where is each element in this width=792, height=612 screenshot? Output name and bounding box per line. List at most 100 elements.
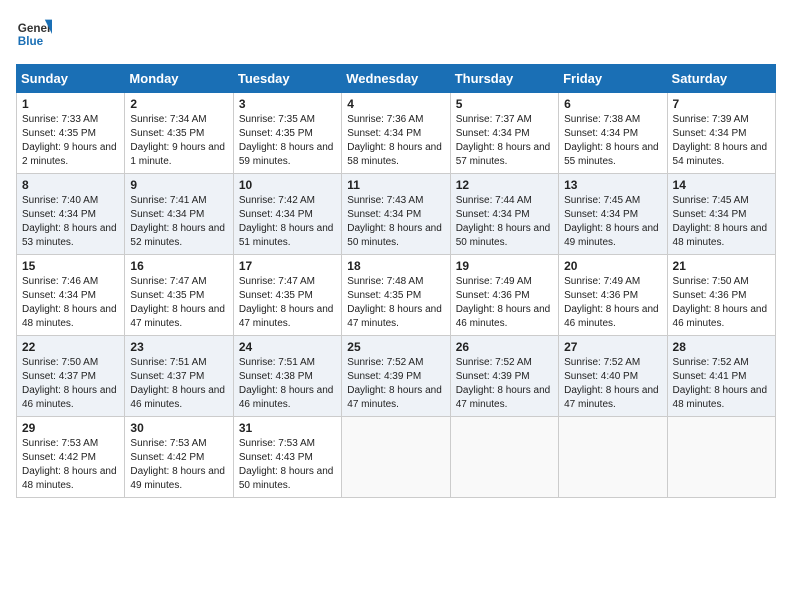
calendar-cell: 13 Sunrise: 7:45 AMSunset: 4:34 PMDayligh… [559, 174, 667, 255]
day-number: 16 [130, 259, 227, 273]
calendar-cell: 12 Sunrise: 7:44 AMSunset: 4:34 PMDayligh… [450, 174, 558, 255]
day-info: Sunrise: 7:43 AMSunset: 4:34 PMDaylight:… [347, 194, 444, 250]
weekday-header-friday: Friday [559, 65, 667, 93]
day-info: Sunrise: 7:47 AMSunset: 4:35 PMDaylight:… [239, 275, 336, 331]
day-info: Sunrise: 7:33 AMSunset: 4:35 PMDaylight:… [22, 113, 119, 169]
day-info: Sunrise: 7:52 AMSunset: 4:40 PMDaylight:… [564, 356, 661, 412]
weekday-header-saturday: Saturday [667, 65, 775, 93]
weekday-header-sunday: Sunday [17, 65, 125, 93]
calendar-cell: 23Sunrise: 7:51 AMSunset: 4:37 PMDayligh… [125, 336, 233, 417]
calendar-cell: 2 Sunrise: 7:34 AMSunset: 4:35 PMDaylight… [125, 93, 233, 174]
calendar-cell: 14 Sunrise: 7:45 AMSunset: 4:34 PMDayligh… [667, 174, 775, 255]
day-number: 4 [347, 97, 444, 111]
day-number: 26 [456, 340, 553, 354]
week-row-4: 22Sunrise: 7:50 AMSunset: 4:37 PMDayligh… [17, 336, 776, 417]
svg-text:Blue: Blue [18, 35, 44, 48]
calendar-cell: 6Sunrise: 7:38 AMSunset: 4:34 PMDaylight… [559, 93, 667, 174]
calendar-cell: 15Sunrise: 7:46 AMSunset: 4:34 PMDayligh… [17, 255, 125, 336]
day-info: Sunrise: 7:46 AMSunset: 4:34 PMDaylight:… [22, 275, 119, 331]
week-row-5: 29 Sunrise: 7:53 AMSunset: 4:42 PMDayligh… [17, 417, 776, 498]
day-info: Sunrise: 7:51 AMSunset: 4:37 PMDaylight:… [130, 356, 227, 412]
day-number: 14 [673, 178, 770, 192]
day-info: Sunrise: 7:36 AMSunset: 4:34 PMDaylight:… [347, 113, 444, 169]
day-number: 3 [239, 97, 336, 111]
calendar-cell: 16 Sunrise: 7:47 AMSunset: 4:35 PMDayligh… [125, 255, 233, 336]
calendar-cell: 7 Sunrise: 7:39 AMSunset: 4:34 PMDaylight… [667, 93, 775, 174]
day-number: 9 [130, 178, 227, 192]
day-number: 22 [22, 340, 119, 354]
calendar-cell: 19 Sunrise: 7:49 AMSunset: 4:36 PMDayligh… [450, 255, 558, 336]
day-info: Sunrise: 7:44 AMSunset: 4:34 PMDaylight:… [456, 194, 553, 250]
day-number: 11 [347, 178, 444, 192]
day-info: Sunrise: 7:49 AMSunset: 4:36 PMDaylight:… [456, 275, 553, 331]
header: General Blue [16, 16, 776, 52]
day-info: Sunrise: 7:52 AMSunset: 4:41 PMDaylight:… [673, 356, 770, 412]
calendar-cell: 18Sunrise: 7:48 AMSunset: 4:35 PMDayligh… [342, 255, 450, 336]
calendar-cell: 9Sunrise: 7:41 AMSunset: 4:34 PMDaylight… [125, 174, 233, 255]
calendar-cell [667, 417, 775, 498]
day-info: Sunrise: 7:42 AMSunset: 4:34 PMDaylight:… [239, 194, 336, 250]
day-number: 31 [239, 421, 336, 435]
day-number: 1 [22, 97, 119, 111]
day-info: Sunrise: 7:53 AMSunset: 4:42 PMDaylight:… [22, 437, 119, 493]
calendar-cell: 10 Sunrise: 7:42 AMSunset: 4:34 PMDayligh… [233, 174, 341, 255]
weekday-header-tuesday: Tuesday [233, 65, 341, 93]
calendar-cell: 26Sunrise: 7:52 AMSunset: 4:39 PMDayligh… [450, 336, 558, 417]
day-info: Sunrise: 7:48 AMSunset: 4:35 PMDaylight:… [347, 275, 444, 331]
day-info: Sunrise: 7:53 AMSunset: 4:42 PMDaylight:… [130, 437, 227, 493]
day-info: Sunrise: 7:40 AMSunset: 4:34 PMDaylight:… [22, 194, 119, 250]
day-number: 21 [673, 259, 770, 273]
calendar-cell: 24 Sunrise: 7:51 AMSunset: 4:38 PMDayligh… [233, 336, 341, 417]
day-info: Sunrise: 7:47 AMSunset: 4:35 PMDaylight:… [130, 275, 227, 331]
calendar-cell: 31 Sunrise: 7:53 AMSunset: 4:43 PMDayligh… [233, 417, 341, 498]
day-number: 12 [456, 178, 553, 192]
day-info: Sunrise: 7:45 AMSunset: 4:34 PMDaylight:… [564, 194, 661, 250]
calendar-cell [342, 417, 450, 498]
day-number: 20 [564, 259, 661, 273]
day-info: Sunrise: 7:50 AMSunset: 4:36 PMDaylight:… [673, 275, 770, 331]
calendar-cell: 8 Sunrise: 7:40 AMSunset: 4:34 PMDaylight… [17, 174, 125, 255]
calendar-cell: 1 Sunrise: 7:33 AMSunset: 4:35 PMDaylight… [17, 93, 125, 174]
calendar-cell: 30 Sunrise: 7:53 AMSunset: 4:42 PMDayligh… [125, 417, 233, 498]
weekday-header-wednesday: Wednesday [342, 65, 450, 93]
calendar-cell: 17 Sunrise: 7:47 AMSunset: 4:35 PMDayligh… [233, 255, 341, 336]
day-number: 6 [564, 97, 661, 111]
week-row-3: 15Sunrise: 7:46 AMSunset: 4:34 PMDayligh… [17, 255, 776, 336]
calendar-table: SundayMondayTuesdayWednesdayThursdayFrid… [16, 64, 776, 498]
day-number: 13 [564, 178, 661, 192]
weekday-header-row: SundayMondayTuesdayWednesdayThursdayFrid… [17, 65, 776, 93]
day-info: Sunrise: 7:34 AMSunset: 4:35 PMDaylight:… [130, 113, 227, 169]
calendar-cell: 5 Sunrise: 7:37 AMSunset: 4:34 PMDaylight… [450, 93, 558, 174]
day-info: Sunrise: 7:52 AMSunset: 4:39 PMDaylight:… [347, 356, 444, 412]
calendar-cell: 21 Sunrise: 7:50 AMSunset: 4:36 PMDayligh… [667, 255, 775, 336]
day-number: 2 [130, 97, 227, 111]
calendar-cell: 25 Sunrise: 7:52 AMSunset: 4:39 PMDayligh… [342, 336, 450, 417]
day-info: Sunrise: 7:35 AMSunset: 4:35 PMDaylight:… [239, 113, 336, 169]
day-number: 5 [456, 97, 553, 111]
day-number: 7 [673, 97, 770, 111]
weekday-header-monday: Monday [125, 65, 233, 93]
day-info: Sunrise: 7:45 AMSunset: 4:34 PMDaylight:… [673, 194, 770, 250]
day-number: 30 [130, 421, 227, 435]
day-number: 25 [347, 340, 444, 354]
day-info: Sunrise: 7:51 AMSunset: 4:38 PMDaylight:… [239, 356, 336, 412]
logo: General Blue [16, 16, 52, 52]
day-info: Sunrise: 7:49 AMSunset: 4:36 PMDaylight:… [564, 275, 661, 331]
calendar-cell: 27Sunrise: 7:52 AMSunset: 4:40 PMDayligh… [559, 336, 667, 417]
day-number: 19 [456, 259, 553, 273]
day-number: 24 [239, 340, 336, 354]
day-number: 8 [22, 178, 119, 192]
day-info: Sunrise: 7:39 AMSunset: 4:34 PMDaylight:… [673, 113, 770, 169]
day-info: Sunrise: 7:53 AMSunset: 4:43 PMDaylight:… [239, 437, 336, 493]
calendar-cell [450, 417, 558, 498]
calendar-cell: 22Sunrise: 7:50 AMSunset: 4:37 PMDayligh… [17, 336, 125, 417]
day-number: 10 [239, 178, 336, 192]
calendar-cell [559, 417, 667, 498]
calendar-cell: 28Sunrise: 7:52 AMSunset: 4:41 PMDayligh… [667, 336, 775, 417]
day-info: Sunrise: 7:37 AMSunset: 4:34 PMDaylight:… [456, 113, 553, 169]
calendar-cell: 11 Sunrise: 7:43 AMSunset: 4:34 PMDayligh… [342, 174, 450, 255]
day-number: 29 [22, 421, 119, 435]
weekday-header-thursday: Thursday [450, 65, 558, 93]
day-number: 17 [239, 259, 336, 273]
calendar-cell: 3 Sunrise: 7:35 AMSunset: 4:35 PMDaylight… [233, 93, 341, 174]
